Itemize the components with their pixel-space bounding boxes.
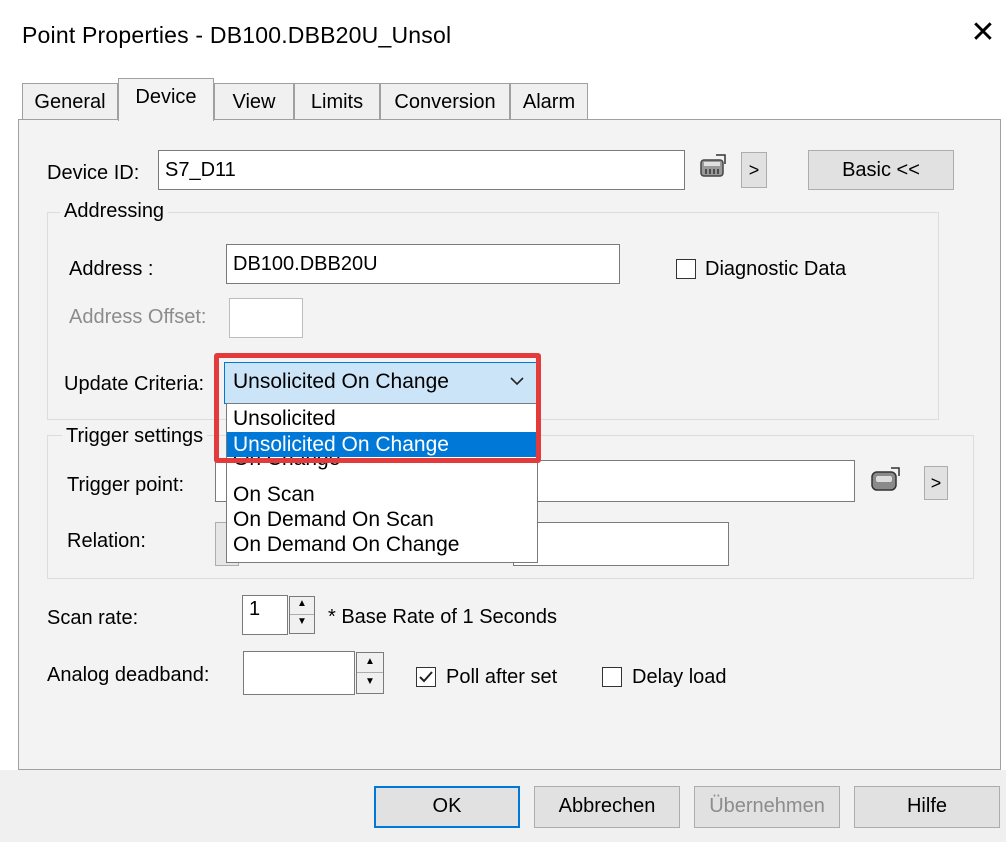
trigger-arrow-button[interactable]: >: [924, 466, 948, 500]
dropdown-option-on-scan[interactable]: On Scan: [233, 482, 315, 507]
annotation-highlight-box: [214, 353, 541, 463]
help-button[interactable]: Hilfe: [854, 786, 1000, 828]
scan-rate-label: Scan rate:: [47, 607, 139, 629]
spin-down-icon[interactable]: ▼: [357, 673, 383, 693]
dropdown-option-on-demand-on-scan[interactable]: On Demand On Scan: [233, 507, 434, 532]
analog-deadband-input[interactable]: [243, 651, 355, 695]
device-id-label: Device ID:: [47, 162, 140, 184]
cancel-button[interactable]: Abbrechen: [534, 786, 680, 828]
spin-up-icon[interactable]: ▲: [290, 597, 314, 615]
update-criteria-label: Update Criteria:: [64, 373, 205, 395]
checkmark-icon: [419, 671, 433, 683]
analog-deadband-label: Analog deadband:: [47, 664, 210, 686]
poll-after-set-checkbox[interactable]: [416, 667, 436, 687]
tab-limits[interactable]: Limits: [294, 83, 380, 119]
device-arrow-button[interactable]: >: [741, 152, 767, 188]
address-offset-input[interactable]: [229, 298, 303, 338]
device-id-input[interactable]: S7_D11: [158, 150, 685, 190]
window-title: Point Properties - DB100.DBB20U_Unsol: [22, 22, 452, 48]
tab-view[interactable]: View: [214, 83, 294, 119]
relation-value-input[interactable]: [513, 522, 729, 566]
tab-alarm[interactable]: Alarm: [510, 83, 588, 119]
basic-toggle-button[interactable]: Basic <<: [808, 150, 954, 190]
address-offset-label: Address Offset:: [69, 306, 207, 328]
trigger-browse-icon[interactable]: [869, 466, 901, 496]
address-label: Address :: [69, 258, 154, 280]
spin-down-icon[interactable]: ▼: [290, 615, 314, 633]
spin-up-icon[interactable]: ▲: [357, 653, 383, 673]
address-input[interactable]: DB100.DBB20U: [226, 244, 620, 284]
scan-rate-note: * Base Rate of 1 Seconds: [328, 606, 558, 628]
analog-deadband-spinner[interactable]: ▲ ▼: [356, 652, 384, 694]
relation-label: Relation:: [67, 530, 146, 552]
addressing-legend: Addressing: [60, 200, 169, 223]
apply-button[interactable]: Übernehmen: [694, 786, 840, 828]
ok-button[interactable]: OK: [374, 786, 520, 828]
trigger-point-label: Trigger point:: [67, 474, 185, 496]
trigger-settings-legend: Trigger settings: [62, 425, 208, 448]
device-browse-icon[interactable]: [698, 152, 728, 182]
diagnostic-data-label: Diagnostic Data: [705, 258, 847, 280]
tab-device[interactable]: Device: [118, 78, 214, 121]
tab-general[interactable]: General: [22, 83, 118, 119]
poll-after-set-label: Poll after set: [446, 666, 558, 688]
delay-load-label: Delay load: [632, 666, 727, 688]
scan-rate-input[interactable]: 1: [242, 595, 288, 635]
close-icon[interactable]: ✕: [966, 16, 1000, 50]
scan-rate-spinner[interactable]: ▲ ▼: [289, 596, 315, 634]
diagnostic-data-checkbox[interactable]: [676, 259, 696, 279]
delay-load-checkbox[interactable]: [602, 667, 622, 687]
dropdown-option-on-demand-on-change[interactable]: On Demand On Change: [233, 532, 459, 557]
tab-conversion[interactable]: Conversion: [380, 83, 510, 119]
